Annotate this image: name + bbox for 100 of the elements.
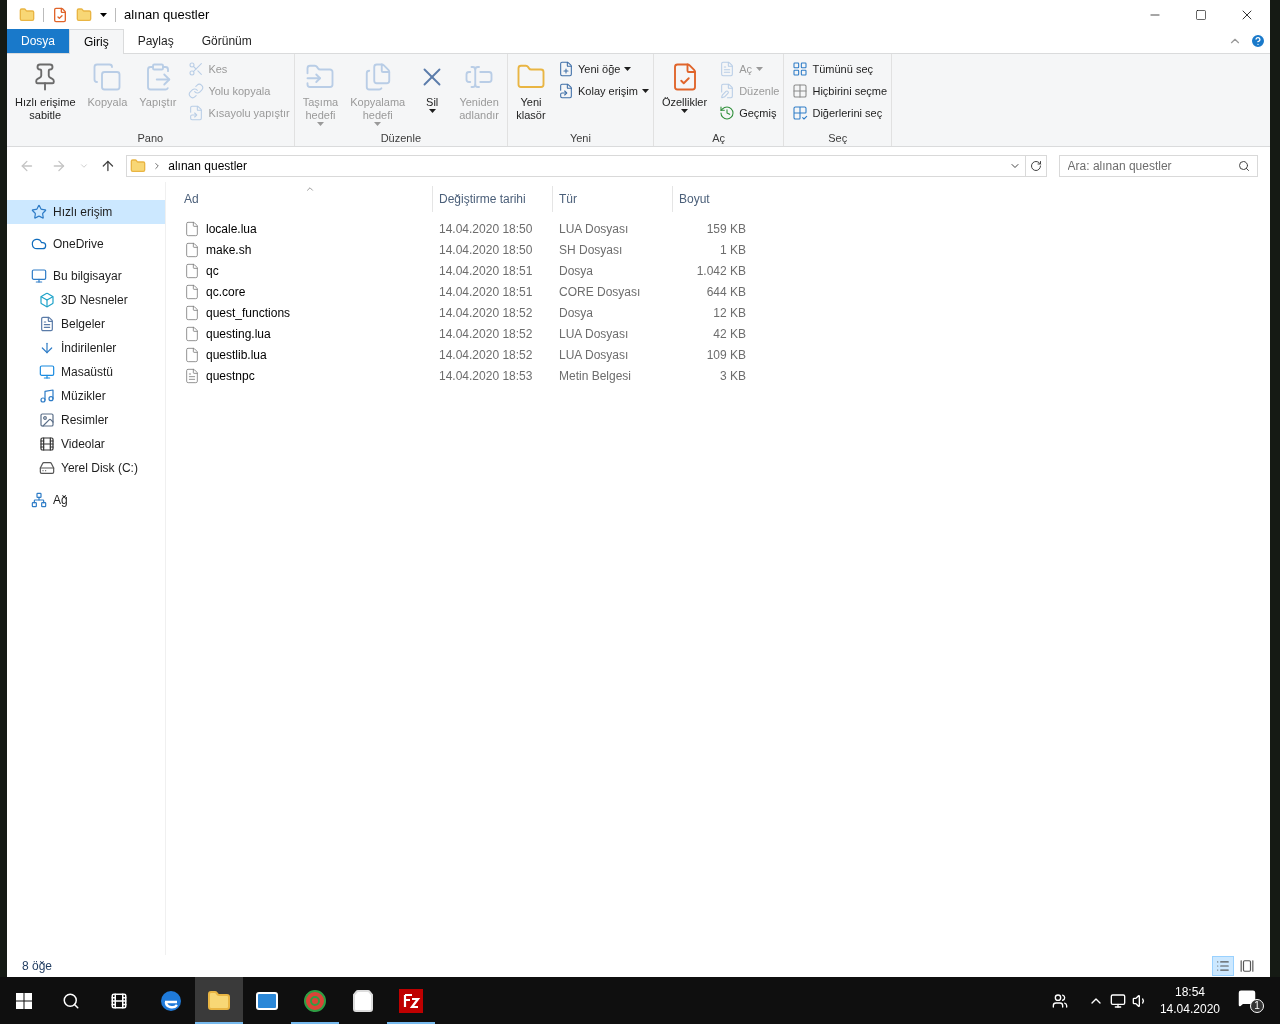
- search-icon[interactable]: [62, 991, 80, 1010]
- file-name[interactable]: make.sh: [206, 240, 252, 259]
- copy-icon: [92, 62, 123, 92]
- invert-selection-icon: [792, 105, 809, 121]
- view-toggle[interactable]: [1212, 956, 1234, 976]
- task-view-icon[interactable]: [110, 991, 128, 1010]
- sidebar-item[interactable]: Ağ: [7, 488, 165, 512]
- shortcut-icon: [188, 105, 205, 121]
- path-icon: [188, 83, 205, 99]
- caret-icon: [755, 67, 763, 71]
- ribbon-button[interactable]: Sil: [413, 58, 452, 128]
- sidebar-item[interactable]: Bu bilgisayar: [7, 264, 165, 288]
- film-icon: [39, 436, 55, 452]
- sidebar-item[interactable]: OneDrive: [7, 232, 165, 256]
- item-label: İndirilenler: [61, 340, 117, 357]
- help-icon[interactable]: [1250, 33, 1266, 49]
- clock[interactable]: 18:54 14.04.2020: [1159, 983, 1220, 1018]
- refresh-icon[interactable]: [1029, 160, 1042, 172]
- button-label: Yeni klasör: [516, 96, 546, 122]
- easy-access-icon: [558, 83, 574, 99]
- table-cell-text: LUA Dosyası: [558, 220, 630, 238]
- caret-icon: [624, 67, 632, 71]
- taskbar-app[interactable]: [195, 977, 243, 1024]
- ftp-logo-icon: [399, 988, 423, 1013]
- ribbon-tab[interactable]: Paylaş: [123, 29, 188, 53]
- caret-icon: [681, 109, 688, 113]
- table-cell-text: 3 KB: [719, 367, 747, 385]
- down-arrow-icon: [39, 340, 55, 356]
- browser-e-icon: [160, 989, 182, 1012]
- running-indicator: [291, 1022, 339, 1024]
- ribbon-button[interactable]: Geçmiş: [719, 102, 780, 124]
- large-icons-view-icon: [1240, 959, 1254, 973]
- star-icon: [31, 204, 47, 220]
- file-name[interactable]: locale.lua: [206, 219, 257, 238]
- table-cell-text: 14.04.2020 18:51: [438, 283, 534, 301]
- file-name[interactable]: qc.core: [206, 282, 246, 301]
- file-name[interactable]: questlib.lua: [206, 345, 267, 364]
- column-header[interactable]: Tür: [552, 186, 672, 212]
- column-header[interactable]: Ad: [178, 186, 432, 212]
- sidebar-item[interactable]: İndirilenler: [7, 336, 165, 360]
- ribbon-button[interactable]: Tümünü seç: [792, 58, 888, 80]
- file-name[interactable]: quest_functions: [206, 303, 291, 322]
- sidebar-item[interactable]: Müzikler: [7, 384, 165, 408]
- ribbon-button[interactable]: Yeni öğe: [558, 58, 649, 80]
- column-header[interactable]: Boyut: [672, 186, 752, 212]
- button-label: Taşıma hedefi: [302, 96, 339, 122]
- table-cell-text: SH Dosyası: [558, 241, 624, 259]
- group-label: Yeni: [568, 131, 592, 146]
- ribbon-button[interactable]: Hızlı erişime sabitle: [11, 58, 80, 128]
- window-title: alınan questler: [124, 6, 210, 25]
- ribbon-button[interactable]: Hiçbirini seçme: [792, 80, 888, 102]
- table-cell-text: 14.04.2020 18:52: [438, 325, 534, 343]
- table-cell-text: 644 KB: [705, 283, 747, 301]
- sidebar-item[interactable]: Belgeler: [7, 312, 165, 336]
- sidebar-item[interactable]: 3D Nesneler: [7, 288, 165, 312]
- open-icon: [719, 61, 736, 77]
- address-path[interactable]: alınan questler: [168, 157, 247, 175]
- button-label: Hızlı erişime sabitle: [15, 96, 76, 122]
- picture-icon: [39, 412, 55, 428]
- table-cell-text: 14.04.2020 18:52: [438, 304, 534, 322]
- desktop-icon: [39, 364, 55, 380]
- file-name[interactable]: questnpc: [206, 366, 255, 385]
- ribbon-tab[interactable]: Görünüm: [187, 29, 266, 53]
- button-label: Kopyalama hedefi: [350, 96, 406, 122]
- caret-icon: [374, 122, 382, 126]
- windows-logo-icon[interactable]: [16, 992, 32, 1009]
- ribbon-button[interactable]: Diğerlerini seç: [792, 102, 888, 124]
- file-name[interactable]: questing.lua: [206, 324, 271, 343]
- button-label: Özellikler: [661, 96, 708, 109]
- column-header[interactable]: Değiştirme tarihi: [432, 186, 552, 212]
- folder-icon: [130, 158, 147, 174]
- ribbon-button[interactable]: Özellikler: [657, 58, 712, 128]
- table-cell-text: LUA Dosyası: [558, 346, 630, 364]
- ribbon-tab[interactable]: Giriş: [69, 29, 124, 54]
- chrome-icon: [303, 988, 327, 1013]
- sort-icon: [305, 184, 315, 194]
- sidebar-item[interactable]: Hızlı erişim: [7, 200, 165, 224]
- people-icon[interactable]: [1051, 992, 1068, 1009]
- sidebar-item[interactable]: Resimler: [7, 408, 165, 432]
- item-label: Hızlı erişim: [53, 204, 113, 221]
- sidebar-item[interactable]: Yerel Disk (C:): [7, 456, 165, 480]
- scissors-icon: [188, 61, 205, 77]
- sidebar-item[interactable]: Videolar: [7, 432, 165, 456]
- table-cell-text: Metin Belgesi: [558, 367, 633, 385]
- notifications-icon[interactable]: [1238, 988, 1256, 1007]
- edit-icon: [719, 83, 736, 99]
- search-field[interactable]: Ara: alınan questler: [1058, 155, 1258, 177]
- table-cell-text: LUA Dosyası: [558, 325, 630, 343]
- network-icon[interactable]: [1109, 992, 1126, 1009]
- address-bar[interactable]: alınan questler: [126, 155, 1047, 177]
- file-name[interactable]: qc: [206, 261, 219, 280]
- ribbon-button[interactable]: Yeni klasör: [512, 58, 550, 128]
- cube-icon: [39, 292, 55, 308]
- ribbon-tab[interactable]: Dosya: [7, 29, 69, 53]
- customize-caret-icon: [100, 13, 107, 17]
- properties-icon[interactable]: [52, 7, 68, 23]
- ribbon-button[interactable]: Kolay erişim: [558, 80, 649, 102]
- select-all-icon: [792, 61, 809, 77]
- network-icon: [31, 492, 47, 508]
- sidebar-item[interactable]: Masaüstü: [7, 360, 165, 384]
